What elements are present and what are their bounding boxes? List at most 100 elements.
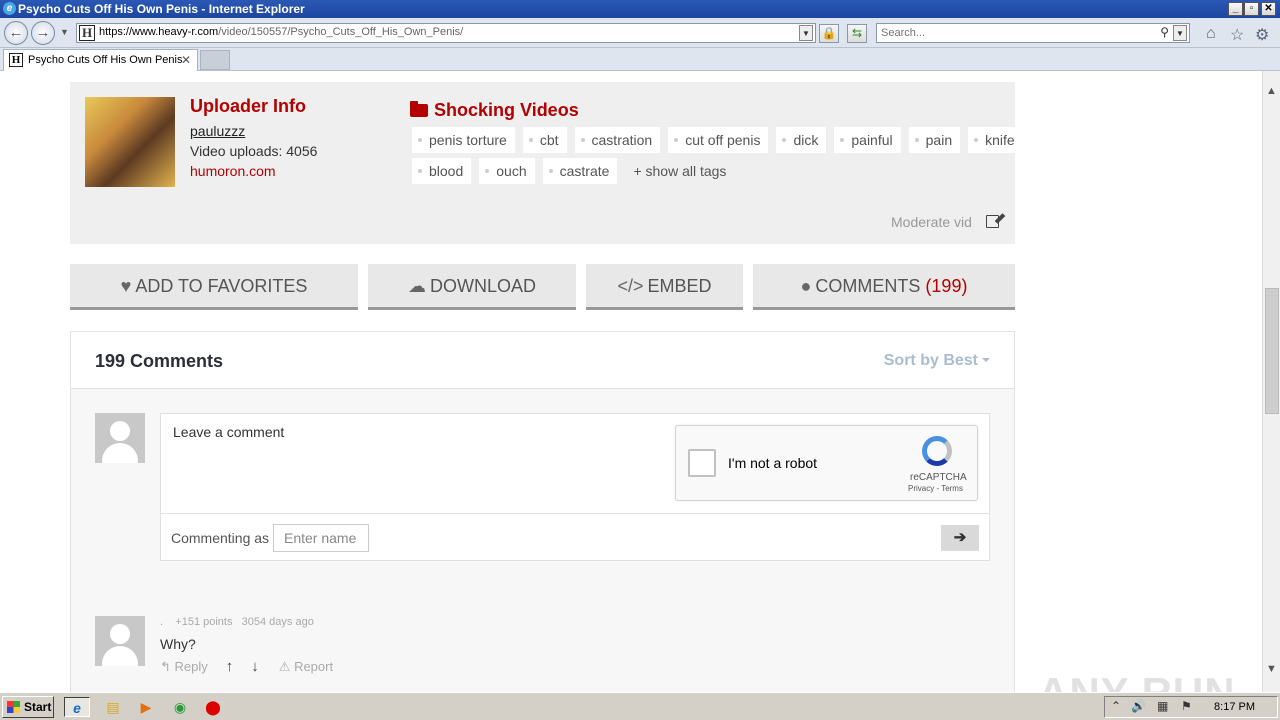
moderate-video-link[interactable]: Moderate vid — [891, 214, 972, 230]
name-input[interactable] — [273, 524, 369, 552]
show-all-tags-link[interactable]: + show all tags — [625, 158, 726, 184]
scrollbar-thumb[interactable] — [1265, 288, 1279, 414]
arrow-right-icon: ➔ — [953, 529, 967, 546]
minimize-button[interactable]: _ — [1228, 2, 1243, 16]
current-user-avatar — [95, 413, 145, 463]
action-center-flag-icon[interactable]: ⚑ — [1181, 699, 1192, 713]
tag[interactable]: knife — [968, 127, 1023, 153]
comments-header: 199 Comments Sort by Best — [71, 332, 1014, 389]
add-to-favorites-button[interactable]: ♥ ADD TO FAVORITES — [70, 264, 358, 310]
speech-bubble-icon: ● — [800, 276, 812, 296]
volume-icon[interactable]: 🔊 — [1131, 699, 1146, 713]
comment-author-avatar[interactable] — [95, 616, 145, 666]
tray-expand-icon[interactable]: ⌃ — [1111, 699, 1121, 713]
caret-down-icon — [982, 358, 990, 362]
tag[interactable]: castration — [574, 127, 661, 153]
tag[interactable]: cut off penis — [668, 127, 769, 153]
tag[interactable]: cbt — [522, 127, 567, 153]
submit-comment-button[interactable]: ➔ — [941, 525, 979, 551]
address-url[interactable]: https://www.heavy-r.com/video/150557/Psy… — [99, 26, 463, 38]
scroll-up-icon[interactable]: ▲ — [1266, 85, 1277, 97]
site-favicon-icon: H — [79, 25, 95, 41]
tag[interactable]: penis torture — [412, 127, 515, 153]
uploader-upload-count: Video uploads: 4056 — [190, 143, 318, 159]
comments-section: 199 Comments Sort by Best Leave a commen… — [70, 331, 1015, 692]
code-icon: </> — [617, 276, 644, 296]
compose-footer: Commenting as ➔ — [161, 513, 989, 560]
comment-author[interactable]: . — [160, 616, 163, 628]
sort-dropdown[interactable]: Sort by Best — [884, 352, 990, 370]
tag[interactable]: ouch — [479, 158, 535, 184]
comment-actions: ↰ Reply ↑ ↓ ⚠ Report — [160, 658, 333, 675]
uploader-info-title: Uploader Info — [190, 96, 306, 116]
warning-icon: ⚠ — [278, 658, 291, 674]
settings-gear-icon[interactable]: ⚙ — [1255, 25, 1269, 45]
uploader-site-link[interactable]: humoron.com — [190, 163, 276, 179]
category-link[interactable]: Shocking Videos — [410, 100, 579, 121]
tab-title: Psycho Cuts Off His Own Penis — [28, 54, 183, 66]
heart-icon: ♥ — [120, 276, 132, 296]
history-dropdown-icon[interactable]: ▼ — [60, 27, 69, 37]
page-viewport: Uploader Info pauluzzz Video uploads: 40… — [0, 71, 1262, 692]
favorites-star-icon[interactable]: ☆ — [1230, 25, 1244, 45]
embed-button[interactable]: </> EMBED — [586, 264, 743, 310]
network-icon[interactable]: ▦ — [1157, 699, 1168, 713]
tags-row-1: penis torture cbt castration cut off pen… — [412, 127, 1023, 153]
comment-input[interactable]: Leave a comment — [173, 424, 284, 440]
taskbar-media-player-icon[interactable]: ▶ — [133, 697, 159, 717]
system-tray: ⌃ 🔊 ▦ ⚑ 8:17 PM — [1104, 696, 1278, 718]
taskbar-chrome-icon[interactable]: ◉ — [167, 697, 193, 717]
report-button[interactable]: ⚠ Report — [279, 659, 333, 675]
home-icon[interactable]: ⌂ — [1206, 25, 1216, 43]
tag[interactable]: blood — [412, 158, 472, 184]
edit-icon[interactable] — [986, 215, 999, 228]
back-button[interactable]: ← — [4, 21, 28, 45]
anyrun-watermark: ANY RUN — [1038, 669, 1236, 692]
recaptcha-brand: reCAPTCHA — [910, 472, 967, 483]
category-name: Shocking Videos — [434, 100, 579, 120]
taskbar-folder-icon[interactable]: ▤ — [100, 697, 126, 717]
security-lock-button[interactable]: 🔒 — [819, 24, 839, 43]
refresh-button[interactable]: ⇆ — [847, 24, 867, 43]
tab-favicon-icon: H — [9, 53, 23, 67]
windows-taskbar: Start e ▤ ▶ ◉ ⬤ ⌃ 🔊 ▦ ⚑ 8:17 PM — [0, 692, 1280, 720]
search-dropdown-icon[interactable]: ▼ — [1173, 25, 1187, 41]
folder-icon — [410, 101, 428, 117]
vertical-scrollbar[interactable]: ▲ ▼ — [1262, 71, 1280, 692]
back-arrow-icon: ← — [8, 24, 24, 41]
close-window-button[interactable]: ✕ — [1261, 2, 1276, 16]
download-button[interactable]: ☁ DOWNLOAD — [368, 264, 576, 310]
comments-button[interactable]: ● COMMENTS (199) — [753, 264, 1015, 310]
search-box[interactable]: ⚲ ▼ — [876, 23, 1190, 43]
recaptcha-logo-icon — [922, 436, 952, 466]
address-dropdown-icon[interactable]: ▼ — [799, 25, 813, 41]
forward-arrow-icon: → — [35, 24, 51, 41]
recaptcha-privacy-terms[interactable]: Privacy - Terms — [908, 484, 963, 493]
tab-close-icon[interactable]: ✕ — [181, 50, 191, 70]
comments-count-title: 199 Comments — [95, 351, 224, 371]
taskbar-ie-icon[interactable]: e — [64, 697, 90, 717]
recaptcha-label: I'm not a robot — [728, 455, 818, 471]
tags-row-2: blood ouch castrate + show all tags — [412, 158, 726, 184]
maximize-button[interactable]: ▫ — [1244, 2, 1259, 16]
new-tab-button[interactable] — [200, 50, 230, 70]
downvote-icon[interactable]: ↓ — [251, 658, 259, 675]
recaptcha-checkbox[interactable] — [688, 449, 716, 477]
address-bar[interactable]: H https://www.heavy-r.com/video/150557/P… — [76, 23, 816, 43]
uploader-avatar[interactable] — [85, 97, 175, 187]
taskbar-security-icon[interactable]: ⬤ — [200, 697, 226, 717]
reply-button[interactable]: ↰ Reply — [160, 659, 208, 675]
search-input[interactable] — [877, 24, 1147, 42]
scroll-down-icon[interactable]: ▼ — [1266, 663, 1277, 675]
tab-current[interactable]: H Psycho Cuts Off His Own Penis ✕ — [3, 49, 198, 71]
tag[interactable]: pain — [908, 127, 961, 153]
tag[interactable]: painful — [834, 127, 901, 153]
tag[interactable]: dick — [776, 127, 827, 153]
clock[interactable]: 8:17 PM — [1214, 701, 1255, 713]
start-button[interactable]: Start — [2, 696, 54, 718]
upvote-icon[interactable]: ↑ — [226, 658, 234, 675]
search-icon[interactable]: ⚲ — [1160, 25, 1169, 39]
tag[interactable]: castrate — [542, 158, 618, 184]
forward-button[interactable]: → — [31, 21, 55, 45]
uploader-name-link[interactable]: pauluzzz — [190, 123, 245, 139]
